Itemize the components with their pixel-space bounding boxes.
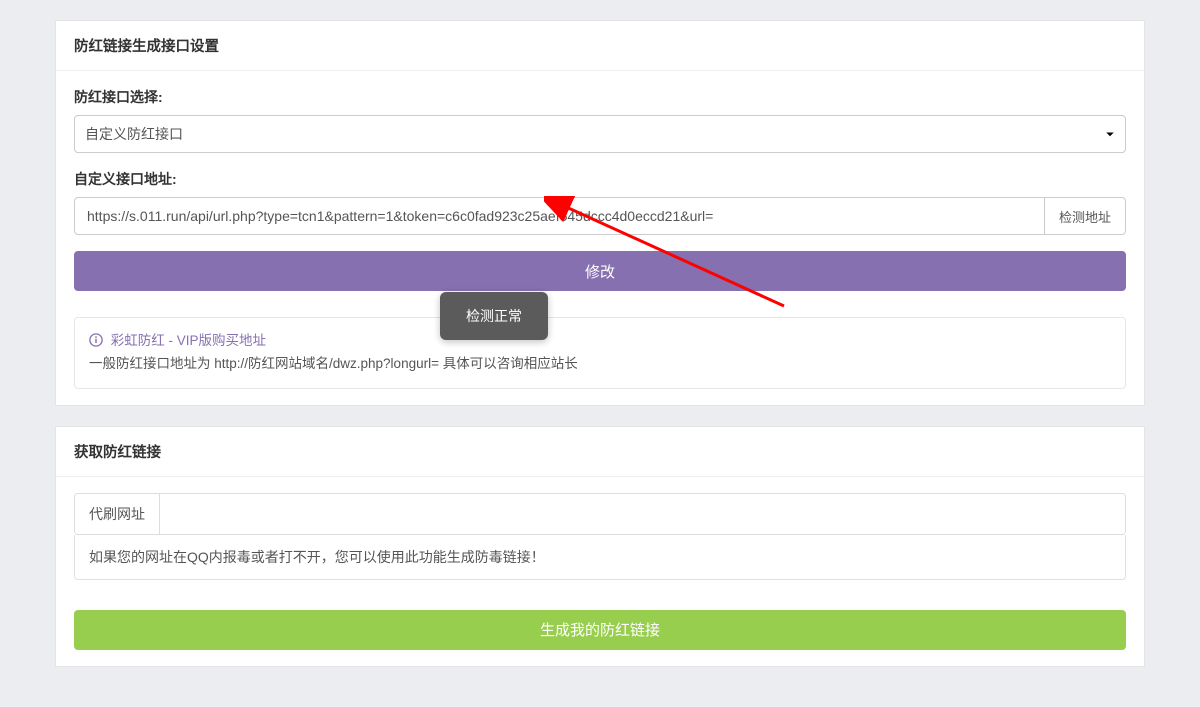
generate-panel-body: 代刷网址 如果您的网址在QQ内报毒或者打不开，您可以使用此功能生成防毒链接！ 生… [56,477,1144,666]
api-select[interactable]: 自定义防红接口 [74,115,1126,153]
buy-vip-link[interactable]: 彩虹防红 - VIP版购买地址 [111,333,266,348]
proxy-url-row: 代刷网址 如果您的网址在QQ内报毒或者打不开，您可以使用此功能生成防毒链接！ [74,493,1126,580]
api-select-label: 防红接口选择: [74,87,1126,107]
api-url-input[interactable] [74,197,1045,235]
test-url-button[interactable]: 检测地址 [1045,197,1126,235]
api-url-label: 自定义接口地址: [74,169,1126,189]
status-toast: 检测正常 [440,292,548,340]
generate-button[interactable]: 生成我的防红链接 [74,610,1126,650]
api-url-group: 自定义接口地址: 检测地址 [74,169,1126,235]
info-icon [89,332,103,346]
api-select-group: 防红接口选择: 自定义防红接口 [74,87,1126,153]
proxy-url-label: 代刷网址 [75,494,160,534]
proxy-url-input[interactable] [160,494,1125,534]
generate-hint: 如果您的网址在QQ内报毒或者打不开，您可以使用此功能生成防毒链接！ [74,535,1126,580]
info-note-text: 一般防红接口地址为 http://防红网站域名/dwz.php?longurl=… [89,353,1111,376]
settings-panel-title: 防红链接生成接口设置 [56,21,1144,71]
generate-panel: 获取防红链接 代刷网址 如果您的网址在QQ内报毒或者打不开，您可以使用此功能生成… [55,426,1145,667]
generate-panel-title: 获取防红链接 [56,427,1144,477]
settings-panel: 防红链接生成接口设置 防红接口选择: 自定义防红接口 自定义接口地址: 检测地址… [55,20,1145,406]
modify-button[interactable]: 修改 [74,251,1126,291]
info-note: 彩虹防红 - VIP版购买地址 一般防红接口地址为 http://防红网站域名/… [74,317,1126,389]
settings-panel-body: 防红接口选择: 自定义防红接口 自定义接口地址: 检测地址 修改 彩 [56,71,1144,405]
api-url-input-group: 检测地址 [74,197,1126,235]
